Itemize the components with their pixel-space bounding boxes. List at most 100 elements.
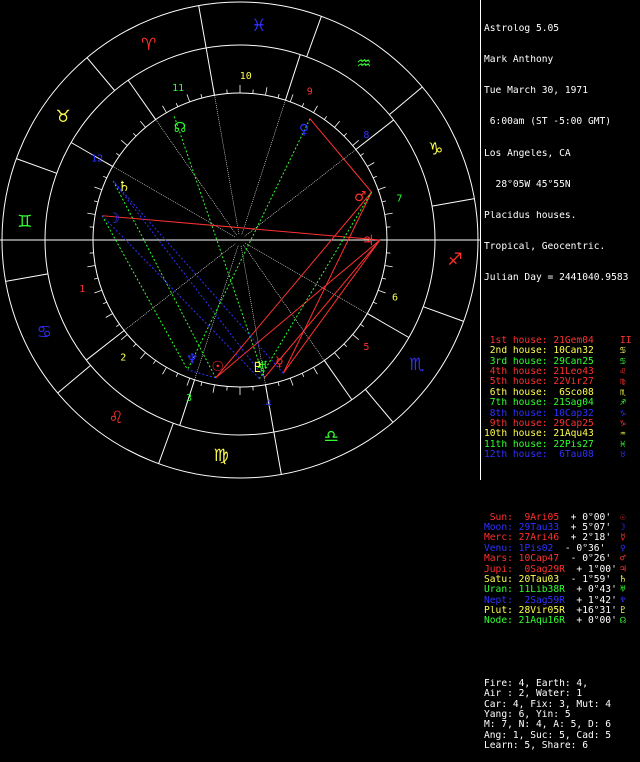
degree-tick: [314, 106, 318, 113]
planet-row: Venu: 1Pis02 - 0°36'♀: [484, 544, 638, 554]
degree-tick: [353, 140, 359, 145]
degree-tick: [382, 278, 386, 279]
degree-tick: [360, 324, 363, 326]
house-cusp: [86, 331, 124, 361]
degree-tick: [94, 187, 102, 190]
degree-tick: [334, 121, 339, 127]
summary-line: Learn: 5, Share: 6: [484, 741, 638, 751]
house-label: 12th house:: [484, 450, 548, 460]
degree-tick: [302, 373, 304, 377]
house-cusp-inner: [242, 100, 286, 234]
degree-tick: [133, 133, 136, 136]
house-label: 11th house:: [484, 440, 548, 450]
planet-name: Uran:: [484, 585, 513, 595]
house-row: 12th house: 6Tau08 ♉: [484, 450, 638, 460]
house-cusp-inner: [124, 244, 235, 331]
house-row: 9th house: 29Cap25♑: [484, 419, 638, 429]
zodiac-glyph-icon: ♊: [17, 212, 32, 232]
degree-tick: [213, 385, 214, 393]
zodiac-glyph-icon: ♎: [324, 427, 339, 447]
zodiac-glyph-icon: ♑: [428, 140, 443, 160]
planet-row: Satu: 20Tau03 - 1°59'♄: [484, 575, 638, 585]
chart-date: Tue March 30, 1971: [484, 86, 638, 96]
degree-tick: [103, 176, 107, 178]
sign-divider: [365, 389, 393, 422]
degree-tick: [140, 121, 145, 127]
planet-row: Plut: 28Vir05R +16°31'♇: [484, 606, 638, 616]
sign-divider: [389, 87, 422, 115]
planet-position: 1Pis02: [513, 544, 553, 554]
zodiac-glyphs: ♈♉♊♋♌♍♎♏♐♑♒♓: [17, 16, 463, 466]
planet-row: Sun: 9Ari05 + 0°00'☉: [484, 513, 638, 523]
aspect-line: [310, 119, 372, 192]
planet-glyph-icon: ☿: [275, 355, 284, 371]
planet-table: Sun: 9Ari05 + 0°00'☉Moon: 29Tau33 + 5°07…: [484, 513, 638, 627]
chart-time: 6:00am (ST -5:00 GMT): [484, 117, 638, 127]
house-number: 10: [240, 71, 252, 82]
summary-line: Ang: 1, Suc: 5, Cad: 5: [484, 731, 638, 741]
planet-position: 21Aqu16R: [513, 616, 565, 626]
aspect-line: [259, 192, 371, 379]
planet-icon: ☿: [620, 533, 626, 543]
house-sign-icon: ♉: [620, 450, 626, 460]
house-value: 10Cap32: [548, 409, 594, 419]
sign-divider: [274, 432, 281, 474]
planet-row: Node: 21Aqu16R + 0°00'☊: [484, 616, 638, 626]
planet-latitude: + 0°00': [565, 616, 617, 626]
planet-name: Nept:: [484, 596, 513, 606]
house-value: 6Tau08: [548, 450, 594, 460]
program-title: Astrolog 5.05: [484, 24, 638, 34]
degree-tick: [385, 266, 393, 267]
house-number: 4: [266, 398, 272, 409]
planet-icon: ♅: [620, 585, 626, 595]
planet-icon: ♃: [620, 565, 626, 575]
degree-tick: [187, 378, 190, 386]
house-value: 22Pis27: [548, 440, 594, 450]
degree-tick: [106, 163, 113, 167]
planet-latitude: + 0°00': [559, 513, 611, 523]
house-row: 5th house: 22Vir27♍: [484, 377, 638, 387]
house-number: 12: [91, 154, 103, 165]
degree-tick: [163, 106, 167, 113]
degree-tick: [324, 360, 326, 363]
house-number: 9: [307, 86, 313, 97]
degree-tick: [290, 378, 293, 386]
degree-tick: [116, 324, 119, 326]
planet-icon: ♇: [620, 606, 626, 616]
degree-tick: [344, 344, 347, 347]
degree-tick: [373, 176, 377, 178]
degree-tick: [94, 278, 98, 279]
aspect-line: [216, 240, 380, 378]
house-number: 1: [79, 284, 85, 295]
house-value: 22Vir27: [548, 377, 594, 387]
house-cusp: [324, 360, 352, 399]
sign-divider: [87, 58, 115, 91]
planet-latitude: +16°31': [565, 606, 617, 616]
planet-latitude: - 0°26': [559, 554, 611, 564]
planet-latitude: + 2°18': [559, 533, 611, 543]
planet-icon: ♄: [620, 575, 626, 585]
house-number: 5: [363, 342, 369, 353]
house-row: 2nd house: 10Can32♋: [484, 346, 638, 356]
planet-position: 29Tau33: [513, 523, 559, 533]
degree-tick: [87, 213, 95, 214]
planet-position: 2Sag59R: [513, 596, 565, 606]
degree-tick: [121, 334, 127, 339]
aspect-line: [102, 216, 187, 370]
house-label: 3rd house:: [484, 357, 548, 367]
house-sign-icon: ♏: [620, 388, 626, 398]
degree-tick: [94, 201, 98, 202]
house-system: Placidus houses.: [484, 211, 638, 221]
planet-position: 10Cap47: [513, 554, 559, 564]
house-value: 21Gem04: [548, 336, 594, 346]
planet-latitude: + 1°42': [565, 596, 617, 606]
degree-tick: [94, 290, 102, 293]
house-sign-icon: ♍: [620, 377, 626, 387]
house-table: 1st house: 21Gem04II 2nd house: 10Can32♋…: [484, 336, 638, 461]
planet-latitude: + 0°43': [565, 585, 617, 595]
degree-tick: [106, 314, 113, 318]
degree-tick: [378, 290, 386, 293]
degree-tick: [382, 201, 386, 202]
planet-icon: ♀: [620, 544, 626, 554]
house-row: 3rd house: 29Can25♋: [484, 357, 638, 367]
